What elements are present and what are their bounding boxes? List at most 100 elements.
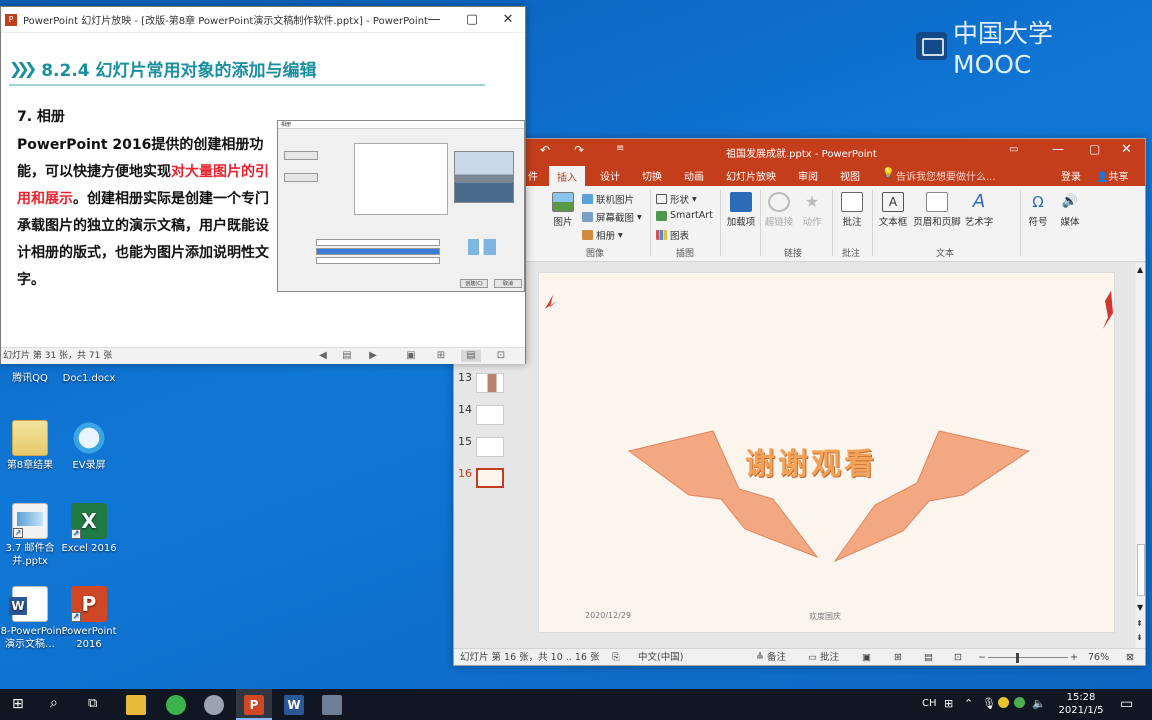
media-button[interactable]: 🔊 媒体 <box>1056 192 1084 228</box>
slideshow-slide[interactable]: ❯❯❯ 8.2.4 幻灯片常用对象的添加与编辑 7. 相册 PowerPoint… <box>1 34 525 347</box>
hyperlink-button[interactable]: 超链接 <box>762 192 796 228</box>
close-icon[interactable]: ✕ <box>1121 142 1132 157</box>
share-button[interactable]: 👤共享 <box>1096 168 1128 183</box>
app-tray-icon[interactable] <box>998 697 1009 708</box>
smartart-button[interactable]: SmartArt <box>656 210 713 221</box>
symbol-button[interactable]: Ω 符号 <box>1024 192 1052 228</box>
task-view-icon[interactable]: ⧉ <box>88 696 97 711</box>
zoom-level[interactable]: 76% <box>1088 649 1109 665</box>
thumb-number: 15 <box>458 435 472 448</box>
chart-button[interactable]: 图表 <box>656 228 689 242</box>
zoom-slider[interactable] <box>988 657 1068 658</box>
maximize-icon[interactable]: ▢ <box>1089 142 1100 156</box>
normal-view-icon[interactable]: ▣ <box>862 649 871 665</box>
tray-expand-icon[interactable]: ⌃ <box>964 697 973 710</box>
previous-icon[interactable]: ◀ <box>317 350 329 362</box>
picture-button[interactable]: 图片 <box>548 192 578 228</box>
comment-button[interactable]: 批注 <box>838 192 866 228</box>
previous-slide-icon[interactable]: ⇞ <box>1136 619 1143 628</box>
desktop-icon-doc1[interactable]: Doc1.docx <box>51 372 127 385</box>
app-tray-icon[interactable] <box>1014 697 1025 708</box>
tab-file[interactable]: 件 <box>528 168 538 183</box>
slide-title[interactable]: 谢谢观看 <box>745 439 877 483</box>
addins-button[interactable]: 加载项 <box>726 192 756 228</box>
online-picture-button[interactable]: 联机图片 <box>582 192 634 206</box>
recorder-app-icon[interactable] <box>204 695 224 715</box>
wordart-button[interactable]: A 艺术字 <box>962 192 996 229</box>
current-slide[interactable]: 谢谢观看 2020/12/29 欢度国庆 <box>538 272 1115 633</box>
browser-icon[interactable] <box>166 695 186 715</box>
desktop-icon-excel[interactable]: X ↗ Excel 2016 <box>51 503 127 555</box>
redo-icon[interactable]: ↷ <box>574 143 584 157</box>
vertical-scrollbar[interactable]: ▲ ▼ ⇞ ⇟ <box>1135 263 1145 648</box>
reading-view-icon[interactable]: ▤ <box>461 350 481 362</box>
normal-view-icon[interactable]: ▣ <box>405 350 417 362</box>
desktop-icon-ev-recorder[interactable]: EV录屏 <box>51 420 127 472</box>
minimize-icon[interactable]: — <box>415 7 453 33</box>
slideshow-view-icon[interactable]: ⊡ <box>495 350 507 362</box>
slide-thumbnail-14[interactable] <box>476 405 504 425</box>
customize-qat-icon[interactable]: ≡ <box>616 143 624 154</box>
minimize-icon[interactable]: — <box>1052 142 1064 156</box>
action-button[interactable]: ★ 动作 <box>798 192 826 228</box>
tab-design[interactable]: 设计 <box>600 168 620 183</box>
fit-to-window-icon[interactable]: ⊠ <box>1126 649 1134 665</box>
slide-date[interactable]: 2020/12/29 <box>585 611 631 620</box>
next-icon[interactable]: ▶ <box>367 350 379 362</box>
slide-thumbnail-16[interactable] <box>476 468 504 488</box>
word-taskbar-icon[interactable]: W <box>284 695 304 715</box>
shapes-button[interactable]: 形状 ▾ <box>656 192 697 206</box>
ime-indicator[interactable]: CH <box>922 698 937 709</box>
comments-button[interactable]: ▭ 批注 <box>808 649 839 665</box>
textbox-button[interactable]: A 文本框 <box>876 192 910 228</box>
volume-icon[interactable]: 🔈 <box>1032 697 1046 710</box>
slide-thumbnail-15[interactable] <box>476 437 504 457</box>
slide-sorter-icon[interactable]: ⊞ <box>894 649 902 665</box>
maximize-icon[interactable]: ▢ <box>453 7 491 33</box>
tab-view[interactable]: 视图 <box>840 168 860 183</box>
installer-app-icon[interactable] <box>322 695 342 715</box>
tab-slideshow[interactable]: 幻灯片放映 <box>726 168 776 183</box>
language-indicator[interactable]: 中文(中国) <box>638 649 683 665</box>
microphone-icon[interactable]: 🎙 <box>982 697 996 710</box>
tab-insert[interactable]: 插入 <box>549 166 585 186</box>
scroll-up-icon[interactable]: ▲ <box>1137 265 1143 274</box>
reading-view-icon[interactable]: ▤ <box>924 649 933 665</box>
slideshow-view-icon[interactable]: ⊡ <box>954 649 962 665</box>
undo-icon[interactable]: ↶ <box>540 143 550 157</box>
windows-start-icon[interactable]: ⊞ <box>12 696 24 712</box>
close-icon[interactable]: ✕ <box>489 7 527 33</box>
ime-mode-icon[interactable]: ⊞ <box>944 697 953 710</box>
thumb-number: 16 <box>458 467 472 480</box>
slide-thumbnail-13[interactable] <box>476 373 504 393</box>
powerpoint-titlebar[interactable]: ↶ ↷ ≡ 祖国发展成就.pptx - PowerPoint ▭ — ▢ ✕ <box>454 139 1145 164</box>
tab-transitions[interactable]: 切换 <box>642 168 662 183</box>
desktop-icon-powerpoint[interactable]: P ↗ PowerPoint 2016 <box>51 586 127 651</box>
notification-icon[interactable]: ▭ <box>1120 696 1133 712</box>
header-footer-button[interactable]: 页眉和页脚 <box>912 192 962 228</box>
notes-button[interactable]: ≜ 备注 <box>756 649 786 665</box>
screenshot-button[interactable]: 屏幕截图 ▾ <box>582 210 642 224</box>
powerpoint-taskbar-icon[interactable]: P <box>244 695 264 715</box>
slideshow-titlebar[interactable]: P PowerPoint 幻灯片放映 - [改版-第8章 PowerPoint演… <box>1 7 525 33</box>
scroll-down-icon[interactable]: ▼ <box>1137 603 1143 612</box>
zoom-slider-handle[interactable] <box>1016 653 1019 663</box>
file-explorer-icon[interactable] <box>126 695 146 715</box>
ribbon-display-icon[interactable]: ▭ <box>1009 144 1018 155</box>
scroll-thumb[interactable] <box>1137 544 1145 596</box>
slide-sorter-icon[interactable]: ⊞ <box>435 350 447 362</box>
clock[interactable]: 15:28 2021/1/5 <box>1050 691 1112 717</box>
search-icon[interactable]: ⌕ <box>50 695 58 711</box>
tab-review[interactable]: 审阅 <box>798 168 818 183</box>
next-slide-icon[interactable]: ⇟ <box>1136 633 1143 642</box>
menu-icon[interactable]: ▤ <box>341 350 353 362</box>
login-link[interactable]: 登录 <box>1061 168 1081 183</box>
tab-animations[interactable]: 动画 <box>684 168 704 183</box>
slide-heading: ❯❯❯ 8.2.4 幻灯片常用对象的添加与编辑 <box>9 56 317 81</box>
spellcheck-icon[interactable]: ⎘ <box>612 649 620 665</box>
zoom-out-icon[interactable]: − <box>978 649 986 665</box>
zoom-in-icon[interactable]: + <box>1070 649 1078 665</box>
tell-me-box[interactable]: 告诉我您想要做什么... <box>896 168 996 183</box>
album-button[interactable]: 相册 ▾ <box>582 228 623 242</box>
slide-footer[interactable]: 欢度国庆 <box>809 611 841 622</box>
